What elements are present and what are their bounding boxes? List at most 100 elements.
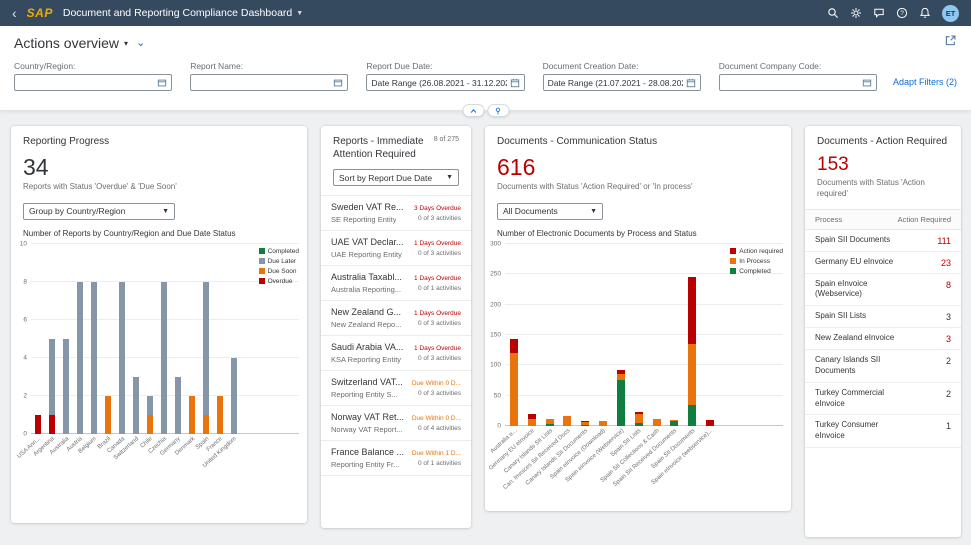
share-icon[interactable] [944,34,957,52]
value-help-icon[interactable] [862,78,872,88]
table-row[interactable]: Spain eInvoice (Webservice)8 [805,274,961,307]
stacked-bar[interactable] [147,244,153,434]
value-help-icon[interactable] [333,78,343,88]
y-tick-label: 150 [490,331,501,338]
process-name: Spain SII Lists [815,311,903,322]
bar-column-usa-ann: USA Ann... [31,244,45,434]
stacked-bar[interactable] [581,244,589,426]
header-edge-strip [0,101,971,111]
date-range-input[interactable]: Date Range (26.08.2021 - 31.12.2021) [366,74,524,91]
bar-segment-overdue [49,415,55,434]
bar-segment-in-process [599,421,607,426]
stacked-bar[interactable] [77,244,83,434]
report-due-status: 1 Days Overdue [414,240,461,247]
documents-filter-select[interactable]: All Documents ▼ [497,203,603,220]
report-list-item[interactable]: Switzerland VAT...Due Within 0 D...Repor… [321,371,471,406]
stacked-bar[interactable] [217,244,223,434]
stacked-bar[interactable] [563,244,571,426]
report-list-item[interactable]: Norway VAT Ret...Due Within 0 D...Norway… [321,406,471,441]
filter-input[interactable] [719,74,877,91]
stacked-bar[interactable] [653,244,661,426]
stacked-bar[interactable] [510,244,518,426]
header-collapse-chevron-icon[interactable]: ⌄ [136,40,145,47]
table-row[interactable]: Spain SII Lists3 [805,306,961,328]
stacked-bar[interactable] [189,244,195,434]
help-icon[interactable]: ? [896,7,908,19]
collapse-header-button[interactable] [462,104,484,117]
app-title-menu[interactable]: Document and Reporting Compliance Dashbo… [63,7,303,19]
stacked-bar[interactable] [599,244,607,426]
stacked-bar[interactable] [546,244,554,426]
filter-field-document-company-code: Document Company Code: [719,61,877,91]
table-row[interactable]: Canary Islands SII Documents2 [805,350,961,383]
pin-header-button[interactable] [487,104,509,117]
table-row[interactable]: Turkey Consumer eInvoice1 [805,415,961,448]
report-row-sub: KSA Reporting Entity0 of 3 activities [331,355,461,364]
table-row[interactable]: Spain SII Documents111 [805,230,961,252]
report-list-item[interactable]: France Balance ...Due Within 1 D...Repor… [321,441,471,476]
table-row[interactable]: New Zealand eInvoice3 [805,328,961,350]
notifications-bell-icon[interactable] [919,7,931,19]
stacked-bar[interactable] [635,244,643,426]
stacked-bar[interactable] [670,244,678,426]
settings-gear-icon[interactable] [850,7,862,19]
stacked-bar[interactable] [617,244,625,426]
report-row-sub: Reporting Entity Fr...0 of 1 activities [331,460,461,469]
sap-logo[interactable]: SAP [27,6,53,20]
feedback-chat-icon[interactable] [873,7,885,19]
variant-select-caret-icon[interactable]: ▾ [124,39,128,48]
filter-input[interactable] [190,74,348,91]
report-row-sub: Australia Reporting...0 of 1 activities [331,285,461,294]
group-by-select[interactable]: Group by Country/Region ▼ [23,203,175,220]
report-list-item[interactable]: Australia Taxabl...1 Days OverdueAustral… [321,266,471,301]
stacked-bar[interactable] [49,244,55,434]
report-activities: 0 of 1 activities [418,460,461,469]
chart-plot: USA Ann...ArgentinaAustraliaAustriaBelgi… [31,244,299,434]
report-row-main: Sweden VAT Re...3 Days Overdue [331,202,461,212]
stacked-bar[interactable] [688,244,696,426]
report-list-item[interactable]: UAE VAT Declar...1 Days OverdueUAE Repor… [321,231,471,266]
report-due-status: 1 Days Overdue [414,345,461,352]
bar-segment-in-process [510,353,518,426]
report-due-status: Due Within 0 D... [412,415,461,422]
process-name: Turkey Consumer eInvoice [815,420,903,442]
stacked-bar[interactable] [133,244,139,434]
stacked-bar[interactable] [175,244,181,434]
back-icon[interactable]: ‹ [12,6,17,20]
user-avatar[interactable]: ET [942,5,959,22]
stacked-bar[interactable] [105,244,111,434]
y-tick-label: 10 [20,240,27,247]
date-picker-icon[interactable] [686,78,696,88]
table-row[interactable]: Germany EU eInvoice23 [805,252,961,274]
filter-input[interactable] [14,74,172,91]
sort-by-select[interactable]: Sort by Report Due Date ▼ [333,169,459,186]
value-help-icon[interactable] [157,78,167,88]
stacked-bar[interactable] [231,244,237,434]
stacked-bar[interactable] [528,244,536,426]
date-picker-icon[interactable] [510,78,520,88]
report-list-item[interactable]: New Zealand G...1 Days OverdueNew Zealan… [321,301,471,336]
action-required-count: 111 [937,236,951,246]
page-title[interactable]: Actions overview [14,35,119,51]
stacked-bar[interactable] [63,244,69,434]
kpi-subtitle: Documents with Status 'Action Required' … [497,182,779,193]
report-list-item[interactable]: Sweden VAT Re...3 Days OverdueSE Reporti… [321,196,471,231]
stacked-bar[interactable] [91,244,97,434]
stacked-bar[interactable] [35,244,41,434]
bar-column-canary-islands-sii-lists: Canary Islands SII Lists [541,244,559,426]
adapt-filters-link[interactable]: Adapt Filters (2) [893,77,957,87]
search-icon[interactable] [827,7,839,19]
date-range-input[interactable]: Date Range (21.07.2021 - 28.08.2021) [543,74,701,91]
stacked-bar[interactable] [203,244,209,434]
report-list-item[interactable]: Saudi Arabia VA...1 Days OverdueKSA Repo… [321,336,471,371]
y-axis: 0246810 [13,244,31,434]
legend-label: Overdue [268,278,293,285]
y-tick-label: 200 [490,301,501,308]
legend-item-due-later: Due Later [259,258,299,265]
table-row[interactable]: Turkey Commercial eInvoice2 [805,383,961,416]
stacked-bar[interactable] [119,244,125,434]
stacked-bar[interactable] [706,244,714,426]
report-name: Australia Taxabl... [331,272,402,282]
stacked-bar[interactable] [161,244,167,434]
bar-segment-due-later [147,396,153,415]
